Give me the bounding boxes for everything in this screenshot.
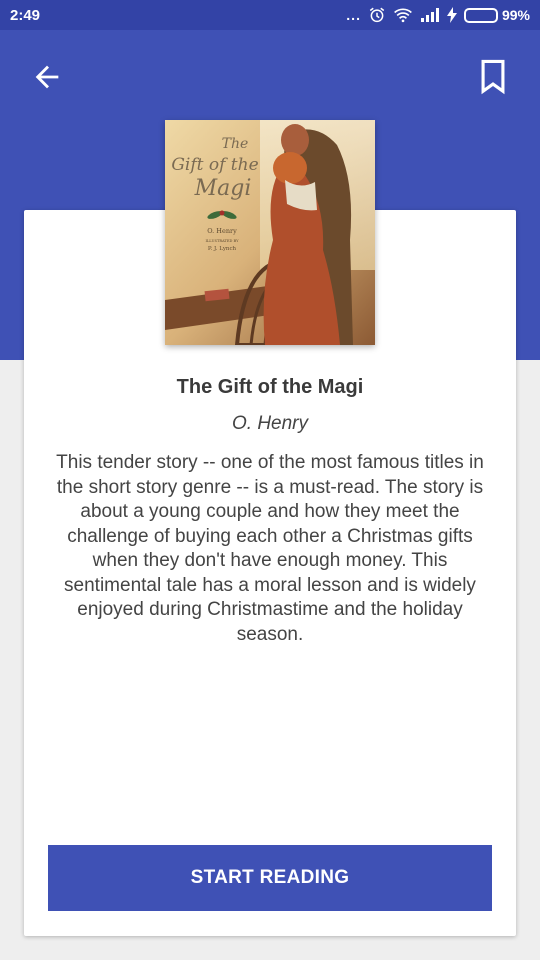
bookmark-icon <box>481 59 505 95</box>
more-notifications-icon: ... <box>346 7 361 23</box>
cover-title-line1: The <box>222 136 249 152</box>
cover-illustrator: P. J. Lynch <box>208 246 237 252</box>
battery-icon <box>463 7 498 23</box>
cover-title-line3: Magi <box>194 176 252 201</box>
start-reading-button[interactable]: START READING <box>48 845 492 911</box>
status-bar: 2:49 ... 99% <box>0 0 540 30</box>
wifi-icon <box>393 7 413 23</box>
cover-illustrated-by: ILLUSTRATED BY <box>206 239 240 243</box>
book-description: This tender story -- one of the most fam… <box>56 452 484 645</box>
book-author: O. Henry <box>231 413 309 434</box>
charging-icon <box>446 7 457 23</box>
battery-percent: 99% <box>501 7 530 23</box>
back-button[interactable] <box>23 53 71 101</box>
alarm-icon <box>368 6 386 24</box>
status-time: 2:49 <box>10 6 41 24</box>
battery-indicator: 99% <box>463 7 530 23</box>
cover-author: O. Henry <box>207 227 237 235</box>
book-title: The Gift of the Magi <box>176 376 364 398</box>
signal-icon <box>420 8 440 22</box>
bookmark-button[interactable] <box>469 53 517 101</box>
status-icons: ... 99% <box>346 6 530 24</box>
cover-title-line2: Gift of the <box>171 155 258 175</box>
book-cover-image: The Gift of the Magi O. Henry ILLUSTRATE… <box>165 120 375 345</box>
arrow-left-icon <box>35 65 59 89</box>
